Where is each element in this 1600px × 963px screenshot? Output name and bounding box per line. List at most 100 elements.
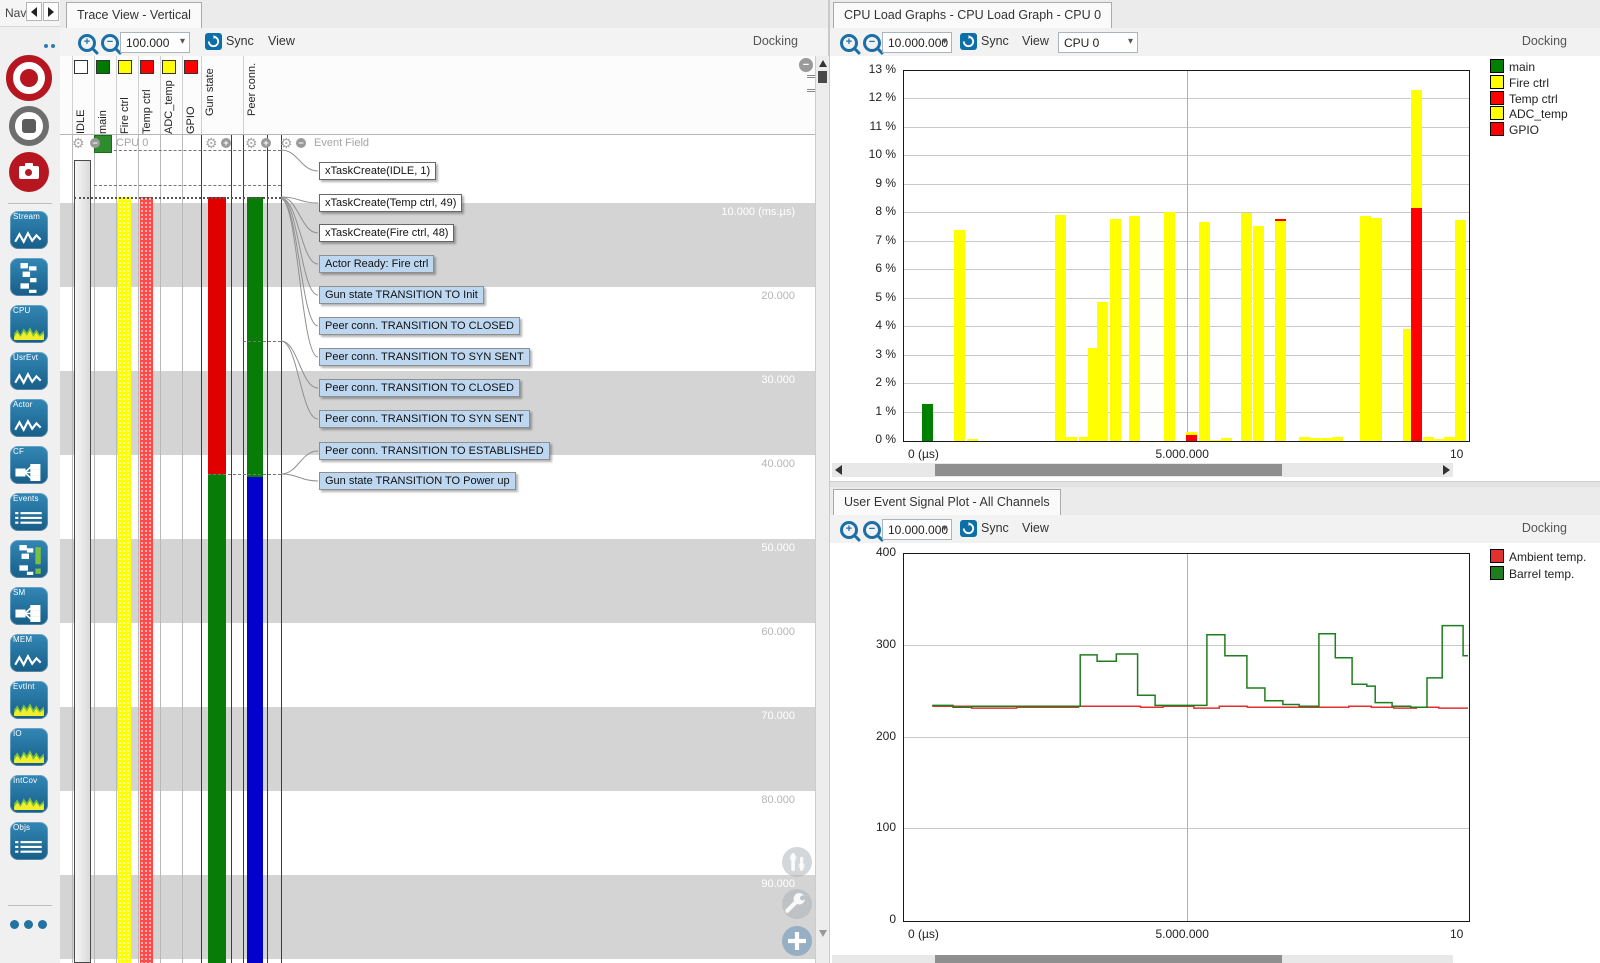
event-label[interactable]: xTaskCreate(IDLE, 1): [319, 162, 436, 180]
collapse-icon[interactable]: −: [296, 138, 306, 148]
docking-menu[interactable]: Docking: [1522, 521, 1567, 535]
lane-peer-conn-[interactable]: [247, 197, 263, 477]
zoom-in-icon[interactable]: +: [840, 521, 858, 539]
nav-prev-button[interactable]: [26, 2, 42, 21]
lane-idle[interactable]: [74, 160, 91, 963]
column-swatch[interactable]: [140, 60, 154, 74]
trace-vertical-scrollbar[interactable]: [815, 56, 829, 963]
signal-zoom-select[interactable]: 10.000.000 ▾: [882, 519, 952, 540]
snapshot-button[interactable]: [9, 152, 49, 192]
column-header-gun-state[interactable]: Gun state: [201, 56, 232, 134]
event-label[interactable]: xTaskCreate(Fire ctrl, 48): [319, 224, 454, 242]
cpu-zoom-select[interactable]: 10.000.000 ▾: [882, 32, 952, 53]
event-label[interactable]: Gun state TRANSITION TO Power up: [319, 472, 516, 490]
scroll-left-icon[interactable]: [835, 465, 842, 475]
expand-icon[interactable]: +: [261, 138, 271, 148]
column-swatch[interactable]: [74, 60, 88, 74]
add-view-button[interactable]: [782, 926, 812, 956]
gear-icon[interactable]: ⚙: [245, 134, 258, 152]
stop-button[interactable]: [9, 106, 49, 146]
lane-border: [243, 134, 244, 963]
lane-temp-ctrl[interactable]: [140, 197, 153, 963]
column-header-peer-conn-[interactable]: Peer conn.: [243, 56, 268, 134]
lane-peer-conn-[interactable]: [247, 477, 263, 963]
event-label[interactable]: xTaskCreate(Temp ctrl, 49): [319, 194, 462, 212]
event-label[interactable]: Peer conn. TRANSITION TO SYN SENT: [319, 348, 530, 366]
y-axis-tick: 8 %: [850, 204, 896, 218]
cpu-load-panel: CPU Load Graphs - CPU Load Graph - CPU 0…: [830, 0, 1600, 481]
signal-plot-panel: User Event Signal Plot - All Channels + …: [830, 487, 1600, 963]
sidebar-tool-memory[interactable]: MEM: [10, 634, 48, 672]
settings-button[interactable]: [782, 889, 812, 919]
tool-label: EvtInt: [13, 682, 35, 691]
sidebar-tool-trace-alerts[interactable]: [10, 540, 48, 578]
gear-icon[interactable]: ⚙: [72, 134, 85, 152]
signal-horizontal-scrollbar[interactable]: [832, 955, 1453, 963]
gear-icon[interactable]: ⚙: [205, 134, 218, 152]
column-swatch[interactable]: [184, 60, 198, 74]
sync-menu[interactable]: Sync: [981, 34, 1009, 48]
sidebar-tool-trace-blocks[interactable]: [10, 258, 48, 296]
event-label[interactable]: Peer conn. TRANSITION TO ESTABLISHED: [319, 442, 550, 460]
scroll-thumb[interactable]: [818, 71, 827, 83]
collapse-icon[interactable]: −: [90, 138, 100, 148]
cpu-horizontal-scrollbar[interactable]: [832, 463, 1453, 477]
sidebar-tool-cpu-load[interactable]: CPU: [10, 305, 48, 343]
sync-icon[interactable]: [960, 520, 977, 537]
column-header-temp-ctrl[interactable]: Temp ctrl: [138, 56, 161, 134]
sync-menu[interactable]: Sync: [981, 521, 1009, 535]
sidebar-more-button[interactable]: [10, 918, 52, 932]
sidebar-tool-actors[interactable]: Actor: [10, 399, 48, 437]
scroll-down-icon[interactable]: [819, 930, 827, 937]
event-label[interactable]: Gun state TRANSITION TO Init: [319, 286, 484, 304]
lane-gun-state[interactable]: [208, 474, 226, 963]
sidebar-tool-user-events[interactable]: UsrEvt: [10, 352, 48, 390]
nav-next-button[interactable]: [43, 2, 59, 21]
sidebar-tool-communication-flow[interactable]: CF: [10, 446, 48, 484]
scroll-up-icon[interactable]: [819, 60, 827, 67]
column-header-adc-temp[interactable]: ADC_temp: [160, 56, 183, 134]
scroll-right-icon[interactable]: [1443, 465, 1450, 475]
record-button[interactable]: [6, 55, 52, 101]
column-header-gpio[interactable]: GPIO: [182, 56, 202, 134]
view-menu[interactable]: View: [1022, 521, 1049, 535]
y-axis-tick: 400: [850, 545, 896, 559]
scroll-thumb[interactable]: [935, 955, 1282, 963]
column-swatch[interactable]: [162, 60, 176, 74]
view-options-button[interactable]: [782, 847, 812, 877]
lane-fire-ctrl[interactable]: [118, 197, 131, 963]
lane-gun-state[interactable]: [208, 197, 226, 474]
sidebar-overflow-dots-icon[interactable]: [44, 37, 58, 51]
gear-icon[interactable]: ⚙: [280, 134, 293, 152]
sidebar-tool-objects[interactable]: Objs: [10, 822, 48, 860]
column-header-fire-ctrl[interactable]: Fire ctrl: [116, 56, 139, 134]
gridline: [1187, 71, 1188, 441]
column-header-idle[interactable]: IDLE: [72, 56, 95, 134]
sidebar-tool-interrupt-coverage[interactable]: IntCov: [10, 775, 48, 813]
sidebar-tool-event-log[interactable]: Events: [10, 493, 48, 531]
sidebar-tool-io[interactable]: IO: [10, 728, 48, 766]
docking-menu[interactable]: Docking: [1522, 34, 1567, 48]
zoom-out-icon[interactable]: −: [863, 34, 881, 52]
event-label[interactable]: Actor Ready: Fire ctrl: [319, 255, 434, 273]
legend-item-main: main: [1490, 59, 1535, 74]
sync-icon[interactable]: [960, 33, 977, 50]
tab-user-event-signal-plot[interactable]: User Event Signal Plot - All Channels: [833, 489, 1061, 515]
column-swatch[interactable]: [118, 60, 132, 74]
collapse-all-icon[interactable]: −: [799, 58, 813, 72]
event-label[interactable]: Peer conn. TRANSITION TO SYN SENT: [319, 410, 530, 428]
scroll-thumb[interactable]: [935, 464, 1282, 476]
zoom-out-icon[interactable]: −: [863, 521, 881, 539]
event-label[interactable]: Peer conn. TRANSITION TO CLOSED: [319, 379, 520, 397]
event-label[interactable]: Peer conn. TRANSITION TO CLOSED: [319, 317, 520, 335]
view-menu[interactable]: View: [1022, 34, 1049, 48]
sidebar-tool-stream[interactable]: Stream: [10, 211, 48, 249]
cpu-core-select[interactable]: CPU 0 ▾: [1058, 32, 1138, 53]
expand-icon[interactable]: +: [221, 138, 231, 148]
column-swatch[interactable]: [96, 60, 110, 74]
zoom-in-icon[interactable]: +: [840, 34, 858, 52]
sidebar-tool-event-intensity[interactable]: EvtInt: [10, 681, 48, 719]
sidebar-tool-state-machines[interactable]: SM: [10, 587, 48, 625]
tab-cpu-load-graph[interactable]: CPU Load Graphs - CPU Load Graph - CPU 0: [833, 2, 1112, 28]
column-header-main[interactable]: main: [94, 56, 117, 134]
